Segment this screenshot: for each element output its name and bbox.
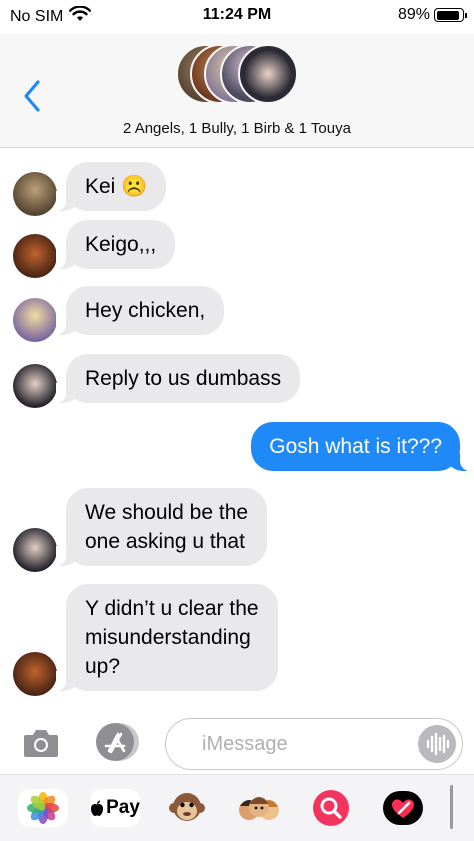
message-bubble[interactable]: Reply to us dumbass (55, 354, 301, 403)
digital-touch-button[interactable] (378, 789, 428, 827)
apple-pay-label: Pay (106, 797, 140, 818)
battery-level (436, 10, 459, 20)
message-thread[interactable]: Kei ☹️ Keigo,,, Hey chicken, Reply to us… (0, 148, 474, 710)
message-bubble[interactable]: Keigo,,, (55, 220, 176, 269)
avatar[interactable] (13, 172, 57, 216)
sent-message-bubble[interactable]: Gosh what is it??? (251, 422, 470, 471)
imessage-placeholder: iMessage (202, 733, 288, 755)
avatar[interactable] (13, 298, 57, 342)
status-right: 89% (397, 6, 467, 24)
imessage-input[interactable]: iMessage (165, 718, 463, 770)
message-text: Kei ☹️ (85, 175, 148, 198)
apple-pay-button[interactable]: Pay (90, 789, 140, 827)
message-bubble[interactable]: Kei ☹️ (55, 162, 167, 211)
waveform-icon (426, 732, 450, 756)
group-avatar-5 (238, 44, 298, 104)
avatar[interactable] (13, 364, 57, 408)
message-text: Keigo,,, (85, 233, 157, 256)
battery-percent: 89% (397, 6, 430, 23)
composer-bar: iMessage (0, 710, 474, 774)
memoji-button[interactable] (234, 789, 284, 827)
message-bubble[interactable]: We should be the one asking u that (55, 488, 268, 566)
message-bubble[interactable]: Hey chicken, (55, 286, 225, 335)
animoji-button[interactable] (162, 789, 212, 827)
app-store-button[interactable] (94, 722, 140, 762)
app-drawer: Pay (0, 774, 474, 841)
group-title[interactable]: 2 Angels, 1 Bully, 1 Birb & 1 Touya (0, 120, 474, 137)
avatar[interactable] (13, 652, 57, 696)
audio-message-button[interactable] (418, 725, 456, 763)
camera-button[interactable] (22, 726, 60, 760)
avatar[interactable] (13, 528, 57, 572)
photos-icon (27, 792, 59, 824)
apple-pay-icon: Pay (90, 797, 140, 819)
conversation-header: 2 Angels, 1 Bully, 1 Birb & 1 Touya (0, 34, 474, 148)
drawer-scroll-indicator (450, 785, 453, 829)
message-bubble[interactable]: Y didn’t u clear the misunderstanding up… (56, 584, 278, 691)
camera-icon (24, 730, 58, 757)
memoji-icon (239, 797, 279, 820)
image-search-icon (313, 790, 349, 826)
message-text: Reply to us dumbass (85, 367, 282, 390)
image-search-button[interactable] (306, 789, 356, 827)
avatar[interactable] (13, 234, 57, 278)
status-bar: No SIM 11:24 PM 89% (0, 0, 474, 34)
message-text: Hey chicken, (85, 299, 206, 322)
group-avatar-stack[interactable] (176, 44, 300, 108)
message-text: Y didn’t u clear the misunderstanding up… (85, 597, 259, 678)
apple-logo-icon (91, 800, 104, 816)
chevron-left-icon (24, 80, 40, 112)
digital-touch-icon (383, 791, 423, 825)
animoji-icon (169, 793, 205, 821)
photos-app-button[interactable] (18, 789, 68, 827)
battery-icon (434, 8, 467, 22)
app-store-icon (96, 723, 139, 761)
message-text: We should be the one asking u that (85, 501, 249, 553)
back-button[interactable] (18, 76, 48, 116)
message-text: Gosh what is it??? (269, 435, 442, 458)
